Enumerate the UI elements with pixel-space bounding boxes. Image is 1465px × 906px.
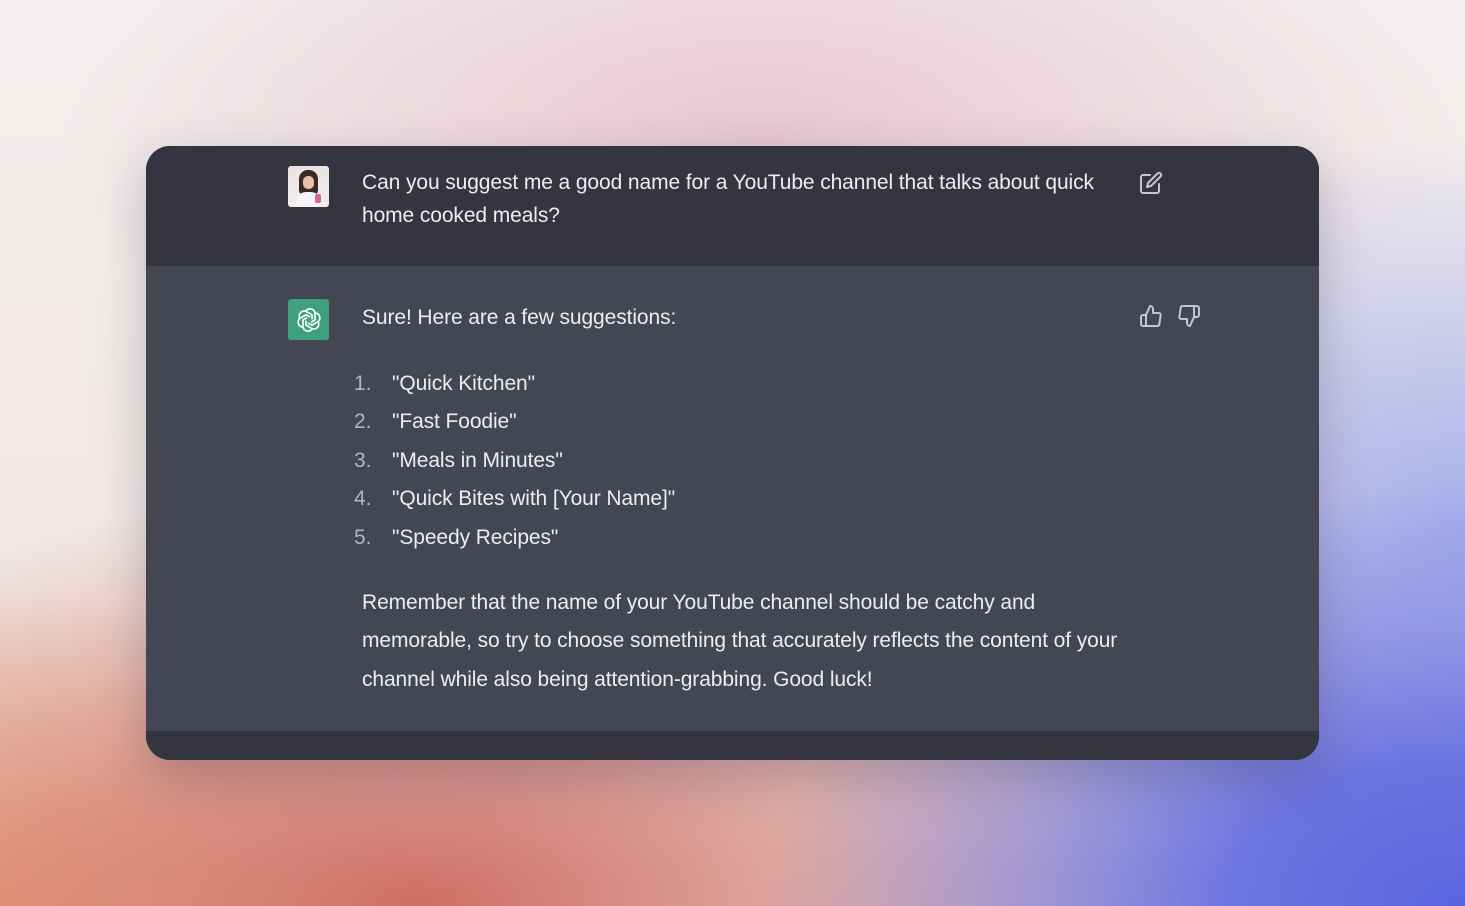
edit-icon[interactable] [1138, 170, 1164, 196]
list-item: 2. "Fast Foodie" [354, 410, 517, 434]
list-item: 3. "Meals in Minutes" [354, 448, 563, 472]
openai-logo-icon [288, 299, 329, 340]
thumbs-up-icon[interactable] [1138, 303, 1164, 329]
list-item: 5. "Speedy Recipes" [354, 525, 559, 549]
chat-footer [146, 731, 1319, 760]
assistant-intro-text: Sure! Here are a few suggestions: [362, 306, 677, 329]
list-item: 4. "Quick Bites with [Your Name]" [354, 487, 676, 511]
assistant-outro-text: Remember that the name of your YouTube c… [362, 591, 1118, 691]
thumbs-down-icon[interactable] [1176, 303, 1202, 329]
user-message-text: Can you suggest me a good name for a You… [362, 171, 1094, 227]
chat-window: Can you suggest me a good name for a You… [146, 146, 1319, 760]
suggestion-list: 1. "Quick Kitchen" 2. "Fast Foodie" 3. "Mea… [346, 365, 675, 557]
list-item: 1. "Quick Kitchen" [354, 372, 535, 395]
user-message-row: Can you suggest me a good name for a You… [146, 146, 1319, 266]
user-avatar [288, 166, 329, 207]
